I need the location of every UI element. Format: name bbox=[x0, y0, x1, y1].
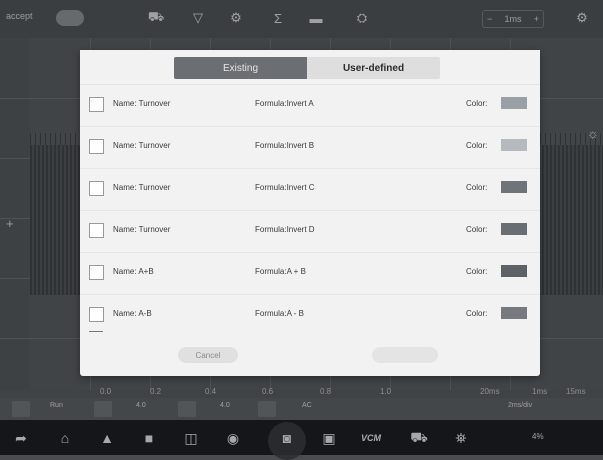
formula-name: Name: Turnover bbox=[113, 225, 171, 234]
row-checkbox[interactable] bbox=[89, 223, 104, 238]
color-label: Color: bbox=[466, 267, 488, 276]
dialog-footer: Cancel bbox=[80, 331, 540, 376]
row-checkbox[interactable] bbox=[89, 307, 104, 322]
formula-expression: Formula:Invert A bbox=[255, 99, 314, 108]
row-checkbox[interactable] bbox=[89, 181, 104, 196]
formula-row[interactable]: Name: Turnover Formula:Invert C Color: bbox=[80, 168, 540, 211]
color-label: Color: bbox=[466, 183, 488, 192]
formula-row[interactable]: Name: A-B Formula:A - B Color: bbox=[80, 294, 540, 336]
formula-row[interactable]: Name: A+B Formula:A + B Color: bbox=[80, 252, 540, 295]
color-swatch[interactable] bbox=[501, 97, 527, 109]
formula-row[interactable]: Name: Turnover Formula:Invert A Color: bbox=[80, 84, 540, 127]
formula-name: Name: Turnover bbox=[113, 99, 171, 108]
formula-expression: Formula:Invert D bbox=[255, 225, 315, 234]
color-swatch[interactable] bbox=[501, 307, 527, 319]
formula-expression: Formula:A + B bbox=[255, 267, 306, 276]
cancel-button[interactable]: Cancel bbox=[178, 347, 238, 363]
formula-name: Name: Turnover bbox=[113, 141, 171, 150]
ok-button[interactable] bbox=[372, 347, 438, 363]
color-swatch[interactable] bbox=[501, 139, 527, 151]
oscilloscope-app: accept ⛟ ▽ ⚙ Σ ▬ ⛭ − 1ms + ⚙ ☼ + 0.0 0.2… bbox=[0, 0, 603, 460]
tab-user-defined[interactable]: User-defined bbox=[307, 57, 440, 79]
color-label: Color: bbox=[466, 309, 488, 318]
row-checkbox[interactable] bbox=[89, 265, 104, 280]
formula-expression: Formula:A - B bbox=[255, 309, 304, 318]
formula-name: Name: A-B bbox=[113, 309, 152, 318]
row-checkbox[interactable] bbox=[89, 97, 104, 112]
divider bbox=[89, 331, 103, 332]
color-label: Color: bbox=[466, 225, 488, 234]
formula-expression: Formula:Invert C bbox=[255, 183, 315, 192]
formula-expression: Formula:Invert B bbox=[255, 141, 315, 150]
math-channel-dialog: Existing User-defined Name: Turnover For… bbox=[80, 50, 540, 376]
formula-row[interactable]: Name: Turnover Formula:Invert B Color: bbox=[80, 126, 540, 169]
formula-name: Name: Turnover bbox=[113, 183, 171, 192]
dialog-header: Existing User-defined bbox=[80, 50, 540, 85]
tab-existing[interactable]: Existing bbox=[174, 57, 307, 79]
color-swatch[interactable] bbox=[501, 181, 527, 193]
color-swatch[interactable] bbox=[501, 265, 527, 277]
formula-row[interactable]: Name: Turnover Formula:Invert D Color: bbox=[80, 210, 540, 253]
formula-name: Name: A+B bbox=[113, 267, 154, 276]
color-label: Color: bbox=[466, 141, 488, 150]
color-swatch[interactable] bbox=[501, 223, 527, 235]
color-label: Color: bbox=[466, 99, 488, 108]
row-checkbox[interactable] bbox=[89, 139, 104, 154]
